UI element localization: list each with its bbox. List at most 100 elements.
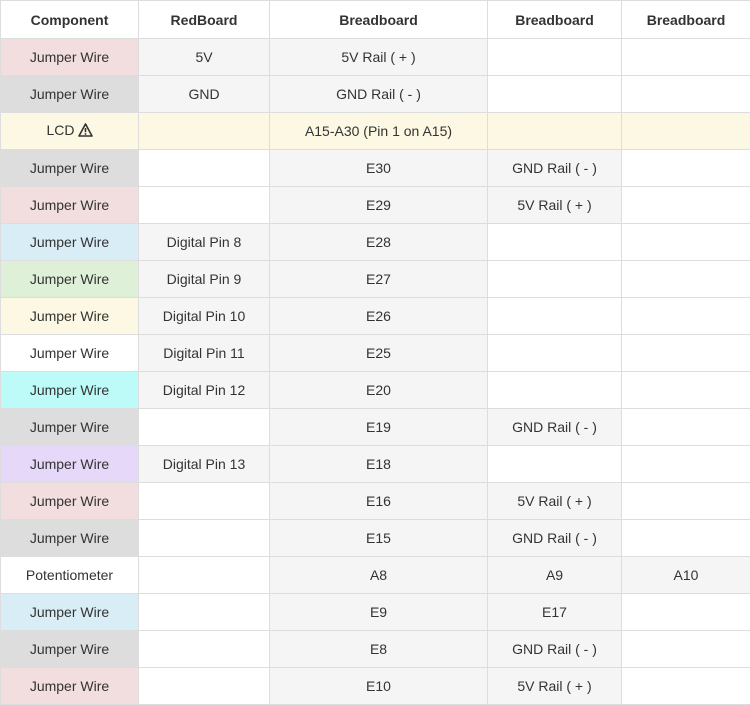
cell-breadboard-2: 5V Rail ( + ) xyxy=(488,483,622,520)
cell-breadboard-2: GND Rail ( - ) xyxy=(488,150,622,187)
header-breadboard-2: Breadboard xyxy=(488,1,622,39)
cell-breadboard-3 xyxy=(622,150,750,187)
table-row: Jumper WireE15GND Rail ( - ) xyxy=(1,520,750,557)
component-label: Jumper Wire xyxy=(30,456,109,472)
table-row: Jumper Wire Digital Pin 11E25 xyxy=(1,335,750,372)
cell-component: Jumper Wire xyxy=(1,446,139,483)
component-label: Jumper Wire xyxy=(30,160,109,176)
cell-redboard: Digital Pin 12 xyxy=(139,372,270,409)
cell-component: Jumper Wire xyxy=(1,39,139,76)
cell-breadboard-3 xyxy=(622,520,750,557)
component-label: Jumper Wire xyxy=(30,530,109,546)
component-label: Jumper Wire xyxy=(30,419,109,435)
cell-breadboard-2 xyxy=(488,335,622,372)
cell-redboard xyxy=(139,113,270,150)
table-row: Jumper Wire Digital Pin 13E18 xyxy=(1,446,750,483)
cell-component: Jumper Wire xyxy=(1,298,139,335)
header-redboard: RedBoard xyxy=(139,1,270,39)
cell-breadboard-3 xyxy=(622,113,750,150)
cell-breadboard-1: A15-A30 (Pin 1 on A15) xyxy=(270,113,488,150)
cell-redboard: 5V xyxy=(139,39,270,76)
table-row: Jumper Wire E165V Rail ( + ) xyxy=(1,483,750,520)
cell-component: Jumper Wire xyxy=(1,150,139,187)
cell-redboard: Digital Pin 11 xyxy=(139,335,270,372)
cell-component: Jumper Wire xyxy=(1,594,139,631)
cell-breadboard-2 xyxy=(488,76,622,113)
cell-breadboard-3 xyxy=(622,76,750,113)
table-row: Jumper Wire E30GND Rail ( - ) xyxy=(1,150,750,187)
cell-breadboard-2: GND Rail ( - ) xyxy=(488,631,622,668)
component-label: LCD xyxy=(46,122,74,138)
cell-redboard: Digital Pin 13 xyxy=(139,446,270,483)
component-label: Jumper Wire xyxy=(30,271,109,287)
table-row: Jumper Wire E19GND Rail ( - ) xyxy=(1,409,750,446)
wiring-table: Component RedBoard Breadboard Breadboard… xyxy=(0,0,750,705)
cell-redboard: Digital Pin 9 xyxy=(139,261,270,298)
cell-breadboard-1: E20 xyxy=(270,372,488,409)
cell-redboard xyxy=(139,150,270,187)
cell-breadboard-1: E29 xyxy=(270,187,488,224)
header-breadboard-1: Breadboard xyxy=(270,1,488,39)
cell-component: Jumper Wire xyxy=(1,668,139,705)
cell-breadboard-1: E28 xyxy=(270,224,488,261)
cell-breadboard-1: E19 xyxy=(270,409,488,446)
cell-breadboard-3 xyxy=(622,224,750,261)
table-row: Jumper WireE8GND Rail ( - ) xyxy=(1,631,750,668)
component-label: Jumper Wire xyxy=(30,308,109,324)
cell-breadboard-3 xyxy=(622,298,750,335)
cell-breadboard-1: GND Rail ( - ) xyxy=(270,76,488,113)
cell-redboard xyxy=(139,631,270,668)
cell-component: Jumper Wire xyxy=(1,335,139,372)
table-row: PotentiometerA8A9A10 xyxy=(1,557,750,594)
cell-redboard xyxy=(139,594,270,631)
cell-redboard: Digital Pin 8 xyxy=(139,224,270,261)
cell-component: Jumper Wire xyxy=(1,372,139,409)
cell-breadboard-2 xyxy=(488,39,622,76)
cell-breadboard-3 xyxy=(622,261,750,298)
cell-breadboard-1: E30 xyxy=(270,150,488,187)
cell-breadboard-3 xyxy=(622,446,750,483)
cell-redboard xyxy=(139,668,270,705)
cell-breadboard-3 xyxy=(622,372,750,409)
cell-breadboard-2: GND Rail ( - ) xyxy=(488,520,622,557)
cell-breadboard-1: E25 xyxy=(270,335,488,372)
header-component: Component xyxy=(1,1,139,39)
cell-breadboard-3 xyxy=(622,335,750,372)
cell-breadboard-1: E16 xyxy=(270,483,488,520)
cell-breadboard-1: E9 xyxy=(270,594,488,631)
cell-redboard: GND xyxy=(139,76,270,113)
cell-component: Jumper Wire xyxy=(1,520,139,557)
cell-breadboard-2: E17 xyxy=(488,594,622,631)
component-label: Jumper Wire xyxy=(30,345,109,361)
table-row: Jumper WireDigital Pin 10E26 xyxy=(1,298,750,335)
component-label: Jumper Wire xyxy=(30,493,109,509)
cell-component: Jumper Wire xyxy=(1,76,139,113)
component-label: Jumper Wire xyxy=(30,641,109,657)
cell-redboard xyxy=(139,187,270,224)
cell-breadboard-2: 5V Rail ( + ) xyxy=(488,187,622,224)
cell-breadboard-2 xyxy=(488,446,622,483)
cell-breadboard-2 xyxy=(488,113,622,150)
cell-component: Jumper Wire xyxy=(1,409,139,446)
cell-breadboard-3: A10 xyxy=(622,557,750,594)
cell-breadboard-2 xyxy=(488,261,622,298)
cell-redboard xyxy=(139,557,270,594)
table-body: Jumper Wire5V5V Rail ( + )Jumper WireGND… xyxy=(1,39,750,705)
cell-breadboard-1: E18 xyxy=(270,446,488,483)
cell-breadboard-2: GND Rail ( - ) xyxy=(488,409,622,446)
table-row: Jumper Wire5V5V Rail ( + ) xyxy=(1,39,750,76)
cell-breadboard-1: E27 xyxy=(270,261,488,298)
table-row: Jumper WireE105V Rail ( + ) xyxy=(1,668,750,705)
cell-component: Jumper Wire xyxy=(1,187,139,224)
cell-component: Jumper Wire xyxy=(1,224,139,261)
cell-redboard xyxy=(139,520,270,557)
cell-redboard xyxy=(139,409,270,446)
component-label: Jumper Wire xyxy=(30,382,109,398)
table-row: Jumper Wire E9E17 xyxy=(1,594,750,631)
table-row: Jumper Wire Digital Pin 9E27 xyxy=(1,261,750,298)
component-label: Jumper Wire xyxy=(30,234,109,250)
cell-breadboard-3 xyxy=(622,631,750,668)
cell-breadboard-3 xyxy=(622,409,750,446)
cell-redboard xyxy=(139,483,270,520)
cell-breadboard-1: E26 xyxy=(270,298,488,335)
